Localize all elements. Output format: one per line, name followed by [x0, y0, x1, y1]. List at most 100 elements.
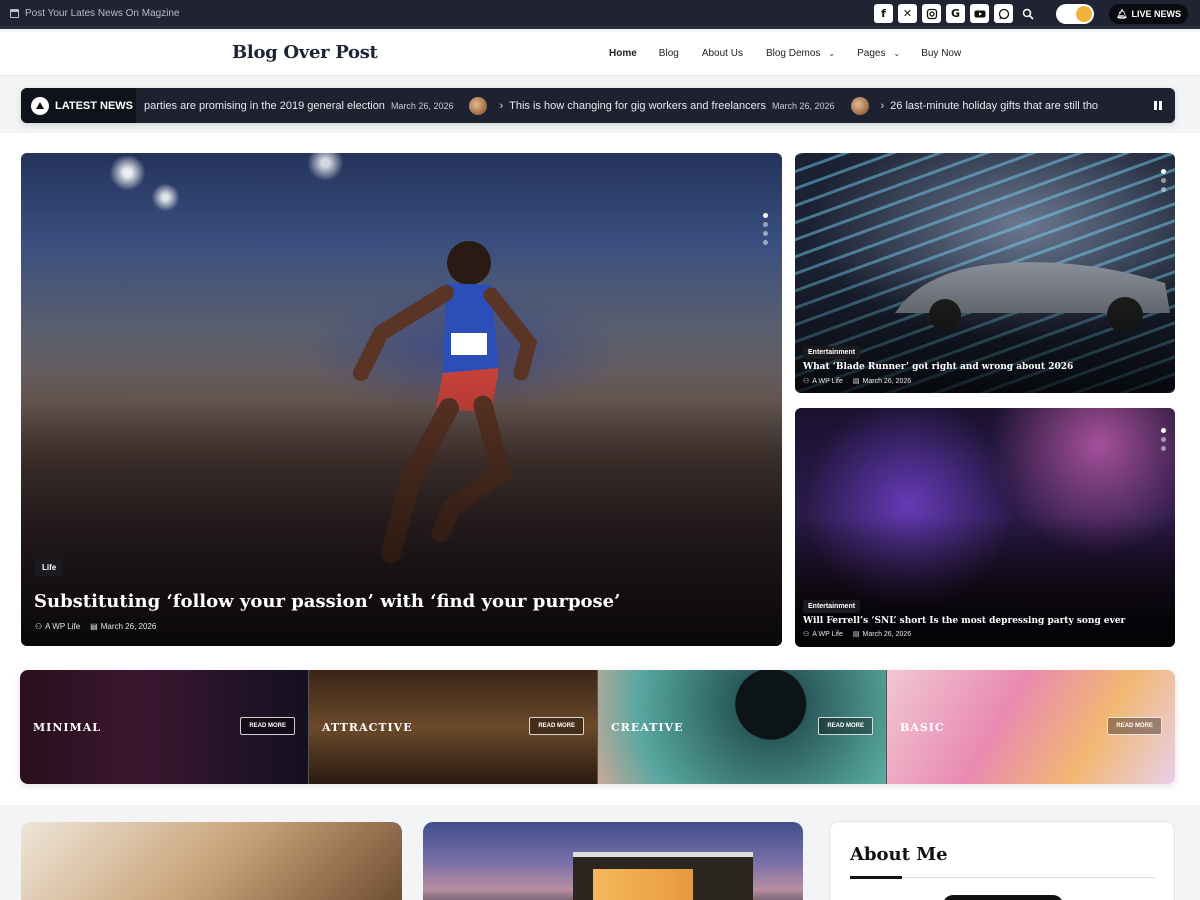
post-date-text: March 26, 2026 [862, 630, 912, 638]
slider-dot[interactable] [763, 240, 768, 245]
avatar [943, 895, 1063, 900]
side-post[interactable]: Entertainment What ‘Blade Runner’ got ri… [795, 153, 1175, 393]
hero-post[interactable]: Life Substituting ‘follow your passion’ … [21, 153, 782, 646]
site-header: Blog Over Post Home Blog About Us Blog D… [0, 32, 1200, 76]
category-card-basic[interactable]: BASIC READ MORE [887, 670, 1175, 784]
about-me-widget: About Me [829, 821, 1175, 900]
ticker-items: parties are promising in the 2019 genera… [144, 88, 1098, 123]
slider-dot[interactable] [763, 213, 768, 218]
category-badge[interactable]: Life [35, 559, 64, 576]
slider-dot[interactable] [1161, 178, 1166, 183]
nav-home[interactable]: Home [609, 48, 637, 59]
facebook-icon[interactable]: f [874, 4, 893, 23]
chevron-down-icon: ⌄ [893, 49, 901, 58]
title-divider [850, 876, 1155, 879]
slider-dot[interactable] [1161, 428, 1166, 433]
hero-title[interactable]: Substituting ‘follow your passion’ with … [34, 591, 754, 612]
calendar-icon: ▤ [852, 631, 860, 638]
live-news-label: LIVE NEWS [1131, 9, 1181, 19]
site-logo[interactable]: Blog Over Post [232, 42, 378, 63]
search-icon[interactable] [1018, 4, 1037, 23]
chevron-right-icon: › [499, 99, 504, 112]
about-me-title: About Me [850, 844, 948, 865]
slider-dot[interactable] [1161, 446, 1166, 451]
read-more-button[interactable]: READ MORE [529, 717, 584, 735]
read-more-button[interactable]: READ MORE [818, 717, 873, 735]
pause-icon [1159, 101, 1162, 110]
top-notice-text: Post Your Lates News On Magzine [25, 8, 180, 19]
category-card-minimal[interactable]: MINIMAL READ MORE [20, 670, 309, 784]
youtube-icon[interactable] [970, 4, 989, 23]
calendar-icon: ▤ [90, 622, 98, 631]
nav-buy-now[interactable]: Buy Now [921, 48, 961, 59]
house-image [573, 852, 753, 900]
nav-about-us[interactable]: About Us [702, 48, 743, 59]
user-icon: ⚇ [803, 378, 810, 385]
hero-meta: ⚇ A WP Life ▤ March 26, 2026 [35, 622, 156, 631]
calendar-icon: ▤ [852, 378, 860, 385]
chevron-down-icon: ⌄ [828, 49, 836, 58]
bell-icon: 🔔︎ [1116, 8, 1128, 19]
nav-blog[interactable]: Blog [659, 48, 679, 59]
ticker-item[interactable]: This is how changing for gig workers and… [509, 100, 766, 112]
category-badge[interactable]: Entertainment [803, 600, 861, 613]
category-name: MINIMAL [33, 721, 101, 734]
post-date-text: March 26, 2026 [100, 622, 157, 631]
calendar-icon [10, 9, 19, 18]
read-more-button[interactable]: READ MORE [240, 717, 295, 735]
post-date: ▤ March 26, 2026 [852, 377, 911, 386]
sun-icon [1076, 6, 1092, 22]
top-bar: Post Your Lates News On Magzine f ✕ G 🔔︎… [0, 0, 1200, 29]
slider-dot[interactable] [763, 222, 768, 227]
category-card-attractive[interactable]: ATTRACTIVE READ MORE [309, 670, 598, 784]
side-post-meta: ⚇ A WP Life ▤ March 26, 2026 [803, 630, 912, 639]
ticker-thumbnail [850, 96, 869, 115]
ticker-item[interactable]: parties are promising in the 2019 genera… [144, 100, 385, 112]
pause-button[interactable] [1141, 88, 1175, 123]
slider-dot[interactable] [763, 231, 768, 236]
category-name: BASIC [900, 721, 945, 734]
slider-dots [1161, 169, 1166, 192]
ticker-thumbnail [469, 96, 488, 115]
slider-dot[interactable] [1161, 169, 1166, 174]
author-name: A WP Life [812, 630, 843, 638]
ticker-item[interactable]: 26 last-minute holiday gifts that are st… [890, 100, 1098, 112]
category-strip: MINIMAL READ MORE ATTRACTIVE READ MORE C… [20, 670, 1175, 784]
nav-blog-demos[interactable]: Blog Demos ⌄ [766, 48, 835, 59]
post-date: ▤ March 26, 2026 [852, 630, 912, 639]
author-name: A WP Life [45, 622, 81, 631]
top-notice: Post Your Lates News On Magzine [10, 8, 180, 19]
google-icon[interactable]: G [946, 4, 965, 23]
x-icon[interactable]: ✕ [898, 4, 917, 23]
slider-dots [763, 213, 768, 245]
side-post-title[interactable]: Will Ferrell’s ‘SNL’ short Is the most d… [803, 616, 1125, 626]
whatsapp-icon[interactable] [994, 4, 1013, 23]
author[interactable]: ⚇ A WP Life [35, 622, 80, 631]
alert-icon [31, 96, 49, 115]
latest-news-label: LATEST NEWS [21, 88, 136, 123]
side-shade [795, 261, 1175, 393]
category-badge[interactable]: Entertainment [803, 346, 861, 359]
post-card-image[interactable] [423, 822, 803, 900]
author[interactable]: ⚇ A WP Life [803, 377, 843, 386]
category-card-creative[interactable]: CREATIVE READ MORE [598, 670, 887, 784]
post-date: ▤ March 26, 2026 [90, 622, 156, 631]
slider-dot[interactable] [1161, 437, 1166, 442]
user-icon: ⚇ [35, 622, 43, 631]
author[interactable]: ⚇ A WP Life [803, 630, 843, 639]
instagram-icon[interactable] [922, 4, 941, 23]
nav-blog-demos-label: Blog Demos [765, 48, 821, 59]
live-news-button[interactable]: 🔔︎ LIVE NEWS [1109, 4, 1188, 24]
author-name: A WP Life [812, 377, 843, 385]
theme-toggle[interactable] [1056, 4, 1094, 24]
side-post-title[interactable]: What ‘Blade Runner’ got right and wrong … [803, 362, 1073, 372]
category-name: ATTRACTIVE [322, 721, 413, 734]
nav-pages-label: Pages [857, 48, 886, 59]
slider-dot[interactable] [1161, 187, 1166, 192]
ticker-date: March 26, 2026 [771, 100, 835, 111]
latest-news-ticker: LATEST NEWS parties are promising in the… [21, 88, 1175, 123]
nav-pages[interactable]: Pages ⌄ [857, 48, 900, 59]
read-more-button[interactable]: READ MORE [1107, 717, 1162, 735]
side-post[interactable]: Entertainment Will Ferrell’s ‘SNL’ short… [795, 408, 1175, 647]
post-card-image[interactable] [21, 822, 402, 900]
